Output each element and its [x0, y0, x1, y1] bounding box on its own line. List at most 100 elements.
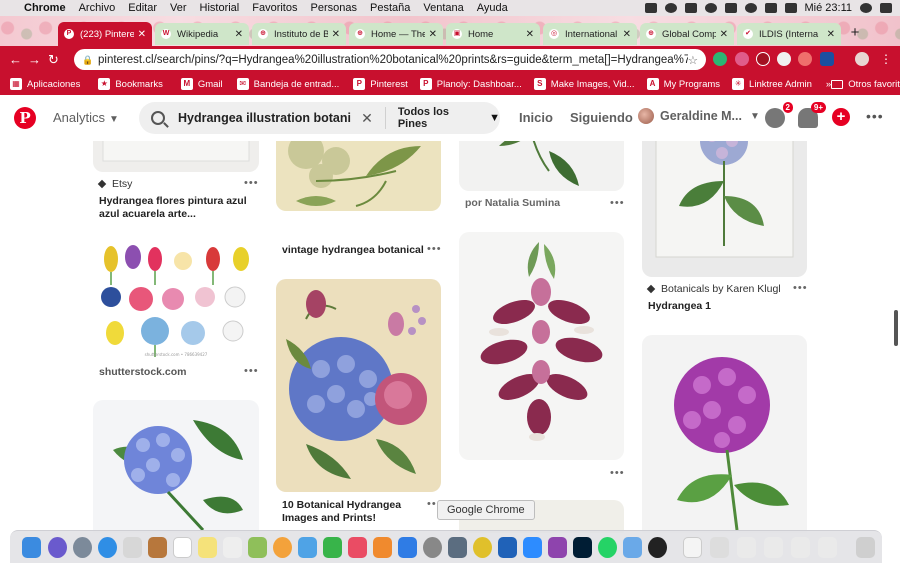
close-icon[interactable]: ✕: [720, 29, 728, 40]
calendar-icon[interactable]: [173, 537, 192, 558]
menu-historial[interactable]: Historial: [200, 2, 240, 14]
wifi-icon[interactable]: [764, 3, 777, 13]
chrome-icon[interactable]: [473, 537, 492, 558]
pin-image-botanical-hydrangea-roses[interactable]: [276, 279, 441, 492]
facetime-icon[interactable]: [323, 537, 342, 558]
system-preferences-icon[interactable]: [423, 537, 442, 558]
photoshop-icon[interactable]: [573, 537, 592, 558]
pin-source-shutterstock[interactable]: shutterstock.com: [99, 366, 187, 379]
mail-icon[interactable]: [123, 537, 142, 558]
search-input[interactable]: Hydrangea illustration botanical p: [178, 111, 351, 125]
close-icon[interactable]: ✕: [235, 29, 243, 40]
pin-image-hydrangea-watercolor[interactable]: [93, 141, 259, 172]
tab-home-the[interactable]: ⊕ Home — The ✕: [349, 23, 443, 45]
menu-editar[interactable]: Editar: [128, 2, 157, 14]
tab-pinterest[interactable]: P (223) Pinterest ✕: [58, 22, 152, 46]
menu-app-name[interactable]: Chrome: [24, 2, 66, 14]
tab-home[interactable]: ▣ Home ✕: [446, 23, 540, 45]
launchpad-icon[interactable]: [73, 537, 92, 558]
messages-app-icon[interactable]: [298, 537, 317, 558]
notifications-bell-icon[interactable]: 9+: [798, 102, 826, 128]
close-icon[interactable]: ✕: [332, 29, 340, 40]
extension-pinterest-icon[interactable]: [756, 52, 770, 66]
pin-image-hydrangea-1[interactable]: [642, 141, 807, 277]
forward-arrow-icon[interactable]: →: [25, 52, 44, 67]
bookmark-star-icon[interactable]: ☆: [688, 53, 698, 67]
status-icon-cloud[interactable]: [644, 3, 657, 13]
extension-bookmark-icon[interactable]: [777, 52, 791, 66]
pin-more-icon[interactable]: •••: [610, 197, 625, 209]
document-icon[interactable]: [683, 537, 702, 558]
zoom-icon[interactable]: [523, 537, 542, 558]
bookmark-bandeja[interactable]: ✉ Bandeja de entrad...: [236, 78, 339, 90]
pin-title[interactable]: Hydrangea flores pintura azul azul acuar…: [99, 195, 251, 221]
page-scrollbar[interactable]: [894, 310, 898, 346]
finder-icon[interactable]: [22, 537, 41, 558]
search-bar[interactable]: Hydrangea illustration botanical p ✕ Tod…: [139, 102, 500, 134]
pin-image-purple-hydrangea[interactable]: [642, 335, 807, 533]
notes-icon[interactable]: [198, 537, 217, 558]
menu-pestana[interactable]: Pestaña: [370, 2, 410, 14]
trash-icon[interactable]: [856, 537, 875, 558]
tab-instituto[interactable]: ⊕ Instituto de Bot ✕: [252, 23, 346, 45]
pin-more-icon[interactable]: •••: [793, 282, 808, 294]
status-icon-app[interactable]: [664, 3, 677, 13]
pinterest-logo-icon[interactable]: P: [14, 107, 36, 129]
reload-icon[interactable]: ↻: [44, 52, 63, 68]
search-scope-dropdown[interactable]: Todos los Pines: [398, 106, 479, 130]
siri-icon[interactable]: [48, 537, 67, 558]
preview-icon[interactable]: [623, 537, 642, 558]
bookmark-bookmarks[interactable]: ★ Bookmarks: [98, 78, 163, 90]
profile-menu[interactable]: Geraldine M... ▼: [638, 108, 760, 124]
safari-icon[interactable]: [98, 537, 117, 558]
reminders-icon[interactable]: [223, 537, 242, 558]
user-icon[interactable]: [860, 3, 872, 13]
music-icon[interactable]: [348, 537, 367, 558]
menu-ver[interactable]: Ver: [170, 2, 187, 14]
analytics-menu[interactable]: Analytics ▼: [53, 110, 119, 125]
extension-zoom-icon[interactable]: [820, 52, 834, 66]
bookmark-otros-favoritos[interactable]: Otros favoritos: [831, 79, 900, 90]
menu-ayuda[interactable]: Ayuda: [477, 2, 508, 14]
pin-source-natalia-sumina[interactable]: por Natalia Sumina: [465, 197, 560, 209]
bluetooth-icon[interactable]: [744, 3, 757, 13]
chevron-down-icon[interactable]: ▼: [489, 112, 500, 124]
tab-wikipedia[interactable]: W Wikipedia ✕: [155, 23, 249, 45]
maps-icon[interactable]: [248, 537, 267, 558]
battery-icon[interactable]: [784, 3, 797, 13]
address-bar[interactable]: 🔒 pinterest.cl/search/pins/?q=Hydrangea%…: [74, 49, 706, 70]
bookmark-gmail[interactable]: M Gmail: [180, 78, 223, 90]
nav-inicio[interactable]: Inicio: [519, 110, 553, 125]
bookmark-planoly[interactable]: P Planoly: Dashboar...: [419, 78, 522, 90]
pin-title[interactable]: vintage hydrangea botanical: [282, 244, 424, 257]
tab-international[interactable]: ◎ International ✕: [543, 23, 637, 45]
new-tab-plus-icon[interactable]: +: [847, 25, 863, 41]
clear-search-icon[interactable]: ✕: [361, 110, 373, 127]
close-icon[interactable]: ✕: [827, 29, 835, 40]
menu-archivo[interactable]: Archivo: [79, 2, 116, 14]
bookmark-make-images[interactable]: S Make Images, Vid...: [533, 78, 635, 90]
pin-title[interactable]: Hydrangea 1: [648, 300, 711, 313]
word-icon[interactable]: [498, 537, 517, 558]
pin-image-acanthus-purple[interactable]: [459, 232, 624, 460]
pin-source-botanicals-karen[interactable]: Botanicals by Karen Klugl: [646, 283, 781, 295]
folder-stack-icon[interactable]: [710, 537, 729, 558]
pin-more-icon[interactable]: •••: [244, 177, 259, 189]
back-arrow-icon[interactable]: ←: [6, 52, 25, 67]
extension-green-icon[interactable]: [713, 52, 727, 66]
close-icon[interactable]: ✕: [138, 29, 146, 40]
photos-icon[interactable]: [273, 537, 292, 558]
bookmark-linktree[interactable]: ✳ Linktree Admin: [732, 78, 812, 90]
tab-ildis[interactable]: ✔ ILDIS (Interna ✕: [737, 23, 841, 45]
recent-file-icon[interactable]: [791, 537, 810, 558]
books-icon[interactable]: [373, 537, 392, 558]
pin-source-etsy[interactable]: Etsy: [97, 178, 132, 190]
pin-more-icon[interactable]: •••: [427, 243, 442, 255]
create-pin-plus-icon[interactable]: +: [832, 108, 850, 126]
screenshot-icon[interactable]: [448, 537, 467, 558]
chrome-menu-icon[interactable]: ⋮: [879, 52, 893, 66]
recent-file-icon[interactable]: [737, 537, 756, 558]
notebook-icon[interactable]: [148, 537, 167, 558]
pin-image-flower-collection[interactable]: shutterstock.com • 786639427: [93, 241, 259, 359]
menu-ventana[interactable]: Ventana: [423, 2, 463, 14]
